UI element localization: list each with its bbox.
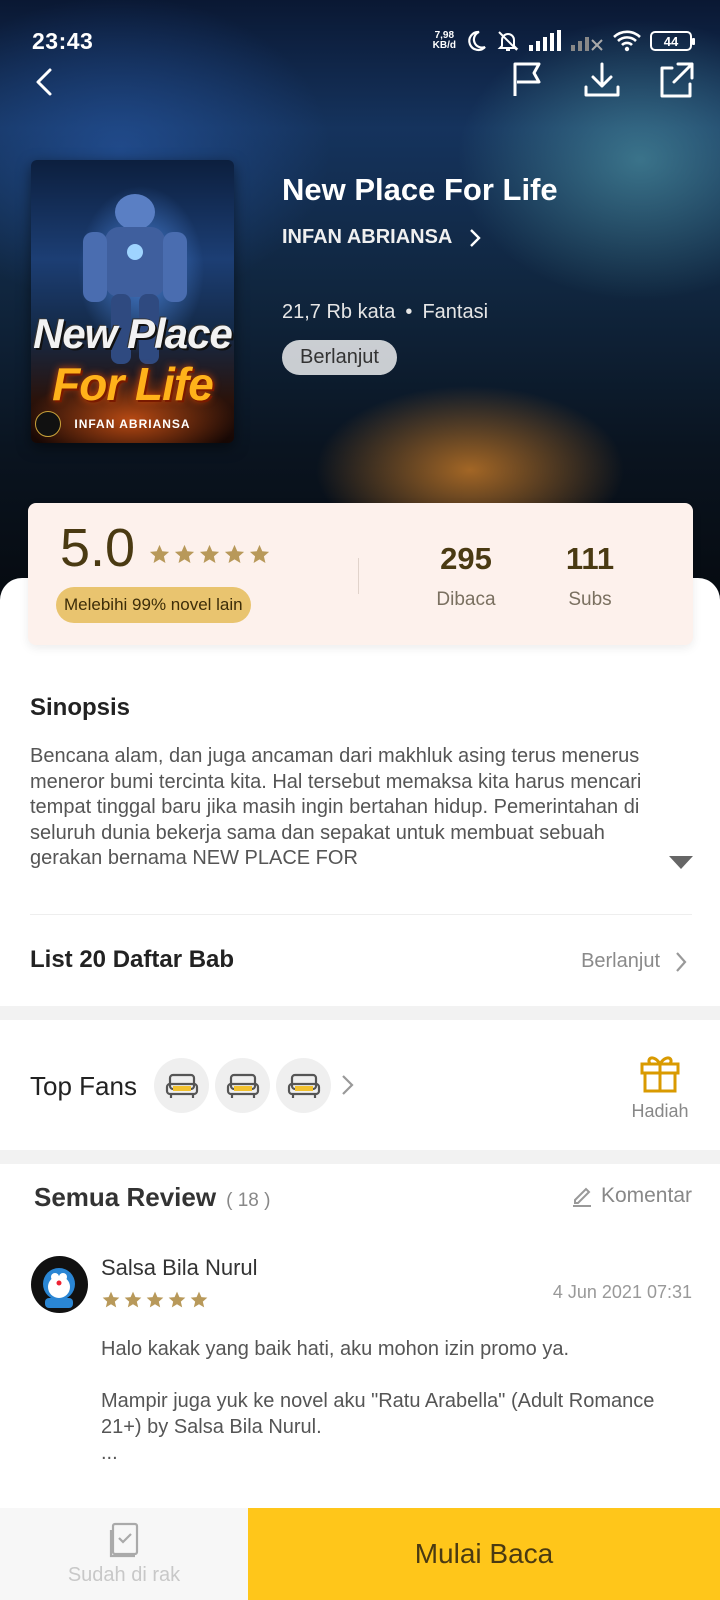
author-link[interactable]: INFAN ABRIANSA <box>282 226 558 249</box>
star-icon <box>124 1291 142 1308</box>
chevron-right-icon[interactable] <box>337 1058 357 1113</box>
library-button[interactable]: Sudah di rak <box>0 1508 248 1600</box>
back-arrow-icon[interactable] <box>28 64 64 100</box>
fan-seat[interactable] <box>276 1058 331 1113</box>
rating-score: 5.0 <box>60 518 136 578</box>
bottom-action-bar: Sudah di rak Mulai Baca <box>0 1508 720 1600</box>
top-fans-title: Top Fans <box>30 1071 137 1101</box>
reads-label: Dibaca <box>436 589 496 610</box>
fan-seat[interactable] <box>154 1058 209 1113</box>
wifi-icon <box>613 30 641 52</box>
divider <box>30 914 692 915</box>
section-gap <box>0 1006 720 1020</box>
review-stars <box>101 1290 209 1310</box>
chapter-status: Berlanjut <box>581 950 660 972</box>
reviews-header: Semua Review ( 18 ) <box>34 1182 270 1213</box>
author-name: INFAN ABRIANSA <box>282 226 453 248</box>
top-actions <box>508 60 696 100</box>
reads-stat: 295 Dibaca <box>406 541 526 611</box>
word-count: 21,7 Rb kata <box>282 301 396 323</box>
pencil-icon <box>572 1187 591 1207</box>
reviews-title: Semua Review <box>34 1182 217 1212</box>
avatar-doraemon-image <box>43 1268 75 1308</box>
star-icon <box>146 1291 164 1308</box>
star-icon <box>224 544 245 564</box>
bell-off-icon <box>497 31 519 51</box>
chevron-right-icon <box>470 228 482 247</box>
star-icon <box>102 1291 120 1308</box>
rating-compare-pill: Melebihi 99% novel lain <box>56 587 251 623</box>
chapter-list-link[interactable]: Berlanjut <box>581 950 688 973</box>
rating-card: 5.0 Melebihi 99% novel lain 295 Dibaca 1… <box>28 503 693 645</box>
sofa-icon <box>287 1073 320 1098</box>
signal-weak-icon <box>571 37 603 51</box>
genre: Fantasi <box>422 301 489 323</box>
synopsis-text[interactable]: Bencana alam, dan juga ancaman dari makh… <box>30 744 670 872</box>
chevron-right-icon <box>676 951 687 972</box>
bookshelf-icon <box>109 1522 139 1557</box>
library-label: Sudah di rak <box>67 1563 181 1586</box>
avatar[interactable] <box>31 1256 88 1313</box>
rating-stars <box>148 543 271 566</box>
synopsis-title: Sinopsis <box>30 694 131 721</box>
subs-value: 111 <box>565 541 615 576</box>
expand-caret-icon[interactable] <box>669 856 693 869</box>
moon-icon <box>468 30 486 52</box>
net-speed-unit: KB/d <box>432 40 456 51</box>
subs-stat: 111 Subs <box>530 541 650 611</box>
book-meta: 21,7 Rb kata • Fantasi <box>282 301 558 324</box>
net-speed-indicator: 7,98 KB/d <box>433 31 456 51</box>
cover-title-line2: For Life <box>52 358 214 410</box>
section-gap <box>0 1150 720 1164</box>
fan-seat[interactable] <box>215 1058 270 1113</box>
reviewer-name: Salsa Bila Nurul <box>101 1255 258 1280</box>
reviews-count: ( 18 ) <box>226 1190 271 1211</box>
cover-title-line1: New Place <box>33 310 233 357</box>
top-nav <box>24 60 696 108</box>
subs-label: Subs <box>568 589 612 610</box>
star-icon <box>168 1291 186 1308</box>
star-icon <box>149 544 170 564</box>
review-date: 4 Jun 2021 07:31 <box>552 1282 692 1302</box>
gift-label: Hadiah <box>631 1101 689 1121</box>
comment-label: Komentar <box>600 1184 692 1207</box>
share-icon[interactable] <box>656 60 696 100</box>
book-title: New Place For Life <box>282 172 558 207</box>
report-flag-icon[interactable] <box>508 60 548 100</box>
reads-value: 295 <box>440 541 492 576</box>
status-icons: 7,98 KB/d 44 <box>433 29 695 53</box>
rating-divider <box>358 558 359 594</box>
gift-icon <box>640 1056 680 1093</box>
chapter-list-title[interactable]: List 20 Daftar Bab <box>30 946 234 974</box>
meta-separator: • <box>405 301 413 323</box>
signal-icon <box>529 30 561 51</box>
sofa-icon <box>165 1073 198 1098</box>
status-time: 23:43 <box>32 27 94 54</box>
start-reading-button[interactable]: Mulai Baca <box>248 1508 720 1600</box>
gift-button[interactable]: Hadiah <box>620 1050 700 1122</box>
sofa-icon <box>226 1073 259 1098</box>
book-info: New Place For Life INFAN ABRIANSA 21,7 R… <box>282 172 558 375</box>
battery-indicator: 44 <box>650 31 695 51</box>
cover-author: INFAN ABRIANSA <box>74 417 191 431</box>
status-badge: Berlanjut <box>282 340 397 375</box>
star-icon <box>199 544 220 564</box>
review-text: Halo kakak yang baik hati, aku mohon izi… <box>101 1338 655 1464</box>
star-icon <box>174 544 195 564</box>
status-bar: 23:43 7,98 KB/d 44 <box>32 24 695 58</box>
top-fans-list[interactable] <box>154 1058 357 1113</box>
star-icon <box>249 544 270 564</box>
comment-button[interactable]: Komentar <box>571 1184 692 1208</box>
star-icon <box>190 1291 208 1308</box>
download-icon[interactable] <box>582 60 622 100</box>
book-cover: New Place For Life INFAN ABRIANSA <box>31 160 234 443</box>
